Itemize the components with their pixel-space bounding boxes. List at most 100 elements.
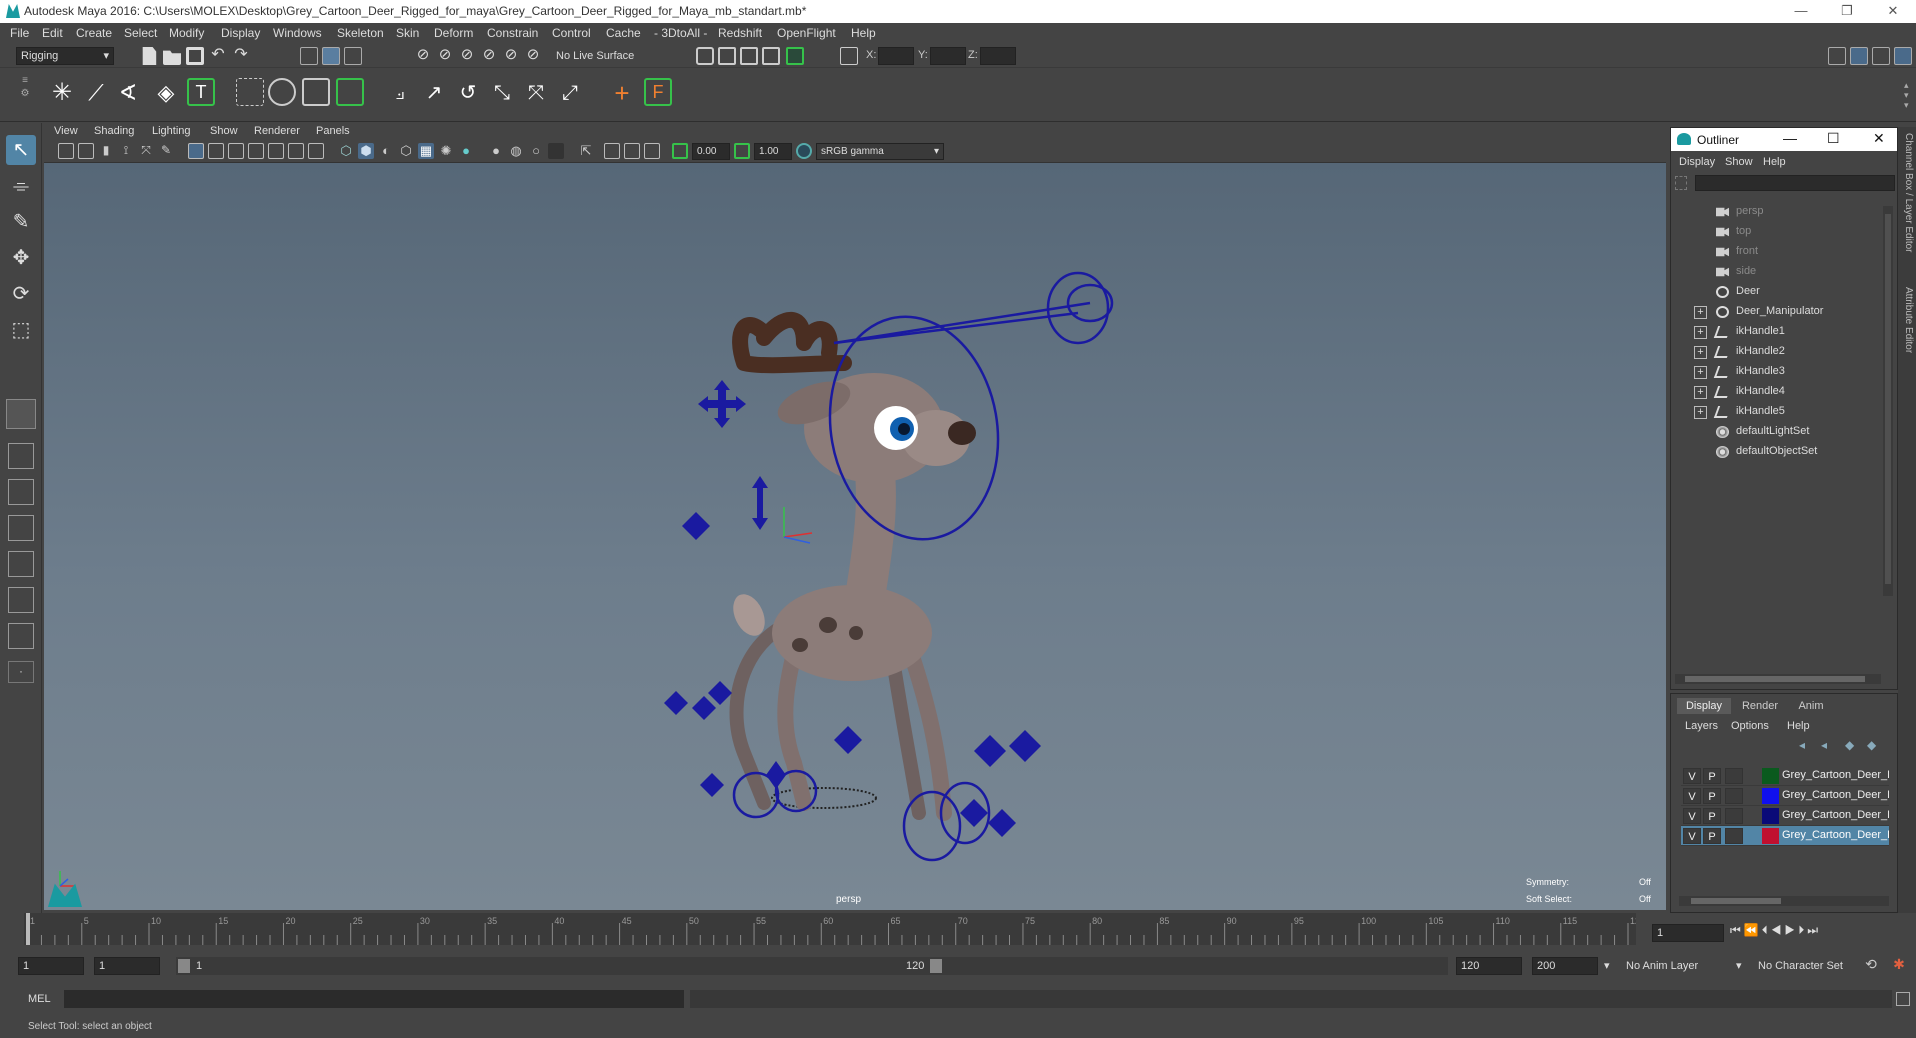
aim-constraint-icon[interactable]: ↗ bbox=[420, 80, 448, 108]
set-driven-key-icon[interactable]: F bbox=[644, 78, 672, 106]
layer-playback-toggle[interactable]: P bbox=[1703, 808, 1721, 824]
attribute-editor-tab[interactable]: Attribute Editor bbox=[1900, 287, 1914, 353]
camera-attributes-icon[interactable] bbox=[78, 143, 94, 159]
tab-anim-layers[interactable]: Anim bbox=[1789, 698, 1833, 714]
shelf-scroll-icon[interactable]: ▴ ▾ ▾ bbox=[1904, 80, 1909, 110]
pole-vector-icon[interactable]: ⤢ bbox=[556, 80, 584, 108]
step-forward-key-icon[interactable]: ⏵ bbox=[1798, 923, 1807, 937]
menu-cache[interactable]: Cache bbox=[606, 26, 641, 40]
animation-end-field[interactable]: 200 bbox=[1532, 957, 1598, 975]
expand-icon[interactable]: + bbox=[1694, 306, 1707, 319]
exposure-icon[interactable] bbox=[672, 143, 688, 159]
animation-start-field[interactable]: 1 bbox=[18, 957, 84, 975]
outliner-menu-show[interactable]: Show bbox=[1725, 156, 1753, 168]
image-plane-icon[interactable]: ⟟ bbox=[118, 143, 134, 159]
outliner-item-front[interactable]: front bbox=[1671, 242, 1897, 262]
safe-action-icon[interactable] bbox=[288, 143, 304, 159]
panel-menu-panels[interactable]: Panels bbox=[316, 125, 350, 137]
belly-control[interactable] bbox=[834, 726, 862, 754]
outliner-item-top[interactable]: top bbox=[1671, 222, 1897, 242]
layers-menu-layers[interactable]: Layers bbox=[1685, 720, 1718, 732]
layer-display-type-toggle[interactable] bbox=[1725, 768, 1743, 784]
depth-of-field-icon[interactable]: ○ bbox=[528, 143, 544, 159]
tool-settings-icon[interactable] bbox=[1872, 47, 1890, 65]
scale-tool-icon[interactable]: ⬚ bbox=[6, 315, 36, 345]
quick-layout-side-icon[interactable] bbox=[8, 479, 34, 505]
outliner-item-ikhandle5[interactable]: + ikHandle5 bbox=[1671, 402, 1897, 422]
select-object-icon[interactable] bbox=[322, 47, 340, 65]
outliner-filter-icon[interactable] bbox=[1675, 176, 1687, 190]
outliner-item-ikhandle3[interactable]: + ikHandle3 bbox=[1671, 362, 1897, 382]
move-tool-icon[interactable]: ✥ bbox=[6, 243, 36, 273]
layer-playback-toggle[interactable]: P bbox=[1703, 828, 1721, 844]
outliner-item-side[interactable]: side bbox=[1671, 262, 1897, 282]
layer-visibility-toggle[interactable]: V bbox=[1683, 808, 1701, 824]
menu-redshift[interactable]: Redshift bbox=[718, 26, 762, 40]
color-management-icon[interactable] bbox=[796, 143, 812, 159]
layer-row[interactable]: VP Grey_Cartoon_Deer_Rig bbox=[1681, 806, 1889, 826]
wireframe-on-shaded-icon[interactable]: ◐ bbox=[378, 143, 394, 159]
safe-title-icon[interactable] bbox=[308, 143, 324, 159]
menu-select[interactable]: Select bbox=[124, 26, 157, 40]
range-start-handle[interactable] bbox=[178, 959, 190, 973]
outliner-item-deer[interactable]: Deer bbox=[1671, 282, 1897, 302]
menu-file[interactable]: File bbox=[10, 26, 29, 40]
hoof-control-back-2[interactable] bbox=[766, 761, 786, 789]
outliner-item-defaultlightset[interactable]: defaultLightSet bbox=[1671, 422, 1897, 442]
xray-components-icon[interactable] bbox=[624, 143, 640, 159]
exposure-field[interactable]: 0.00 bbox=[692, 143, 730, 160]
new-layer-from-selected-icon[interactable]: ◆ bbox=[1867, 738, 1883, 752]
quick-layout-hypershade-icon[interactable] bbox=[8, 587, 34, 613]
camera-mode-icon[interactable] bbox=[644, 143, 660, 159]
grid-toggle-icon[interactable] bbox=[188, 143, 204, 159]
quick-layout-four-icon[interactable] bbox=[8, 443, 34, 469]
restore-button[interactable]: ❐ bbox=[1824, 0, 1870, 23]
outliner-search-input[interactable] bbox=[1695, 175, 1895, 191]
layer-color-swatch[interactable] bbox=[1762, 768, 1779, 784]
outliner-item-ikhandle4[interactable]: + ikHandle4 bbox=[1671, 382, 1897, 402]
layer-display-type-toggle[interactable] bbox=[1725, 808, 1743, 824]
quick-layout-single-icon[interactable] bbox=[6, 399, 36, 429]
y-field[interactable] bbox=[930, 47, 966, 65]
foot-control-front-left[interactable] bbox=[902, 790, 962, 862]
wrap-deformer-icon[interactable] bbox=[336, 78, 364, 106]
rotate-tool-icon[interactable]: ⟳ bbox=[6, 279, 36, 309]
outliner-item-deer-manipulator[interactable]: + Deer_Manipulator bbox=[1671, 302, 1897, 322]
outliner-vertical-scrollbar[interactable] bbox=[1883, 206, 1893, 596]
panel-menu-shading[interactable]: Shading bbox=[94, 125, 134, 137]
shadows-icon[interactable]: ✺ bbox=[438, 143, 454, 159]
panel-menu-view[interactable]: View bbox=[54, 125, 78, 137]
point-constraint-icon[interactable]: ⟓ bbox=[386, 80, 414, 108]
back-leg-knee-control[interactable] bbox=[708, 681, 732, 705]
snap-live-icon[interactable]: ⊘ bbox=[524, 47, 542, 65]
menu-windows[interactable]: Windows bbox=[273, 26, 322, 40]
anim-layer-dropdown[interactable]: ▾ No Anim Layer bbox=[1604, 957, 1734, 975]
tab-display-layers[interactable]: Display bbox=[1677, 698, 1731, 714]
range-slider[interactable]: 1 120 bbox=[176, 957, 1448, 975]
expand-icon[interactable]: + bbox=[1694, 346, 1707, 359]
snap-point-icon[interactable]: ⊘ bbox=[458, 47, 476, 65]
move-layer-down-icon[interactable]: ◂ bbox=[1821, 738, 1837, 752]
menu-control[interactable]: Control bbox=[552, 26, 591, 40]
menu-deform[interactable]: Deform bbox=[434, 26, 473, 40]
outliner-item-defaultobjectset[interactable]: defaultObjectSet bbox=[1671, 442, 1897, 462]
menu-edit[interactable]: Edit bbox=[42, 26, 63, 40]
screen-space-ao-icon[interactable]: ● bbox=[458, 143, 474, 159]
ik-handle-tool-icon[interactable]: ∢ bbox=[114, 80, 142, 108]
menu-create[interactable]: Create bbox=[76, 26, 112, 40]
panel-menu-renderer[interactable]: Renderer bbox=[254, 125, 300, 137]
script-editor-icon[interactable] bbox=[1896, 992, 1910, 1006]
front-leg-pole-control[interactable] bbox=[974, 735, 1006, 767]
select-tool-icon[interactable]: ↖ bbox=[6, 135, 36, 165]
open-scene-icon[interactable] bbox=[163, 50, 181, 65]
time-slider-track[interactable]: 1 5 10 15 20 25 30 35 40 45 50 55 60 65 70 75 80 85 90 95 10… bbox=[24, 913, 1636, 945]
undo-icon[interactable]: ↶ bbox=[209, 47, 227, 65]
minimize-button[interactable]: — bbox=[1778, 0, 1824, 23]
close-button[interactable]: ✕ bbox=[1870, 0, 1916, 23]
menuset-dropdown[interactable]: Rigging ▾ bbox=[16, 47, 114, 65]
select-component-icon[interactable] bbox=[344, 47, 362, 65]
layer-name[interactable]: Grey_Cartoon_Deer_Rig bbox=[1782, 809, 1889, 821]
render-view-icon[interactable] bbox=[762, 47, 780, 65]
deer-rig-scene[interactable] bbox=[44, 163, 1666, 910]
tab-render-layers[interactable]: Render bbox=[1735, 698, 1785, 714]
